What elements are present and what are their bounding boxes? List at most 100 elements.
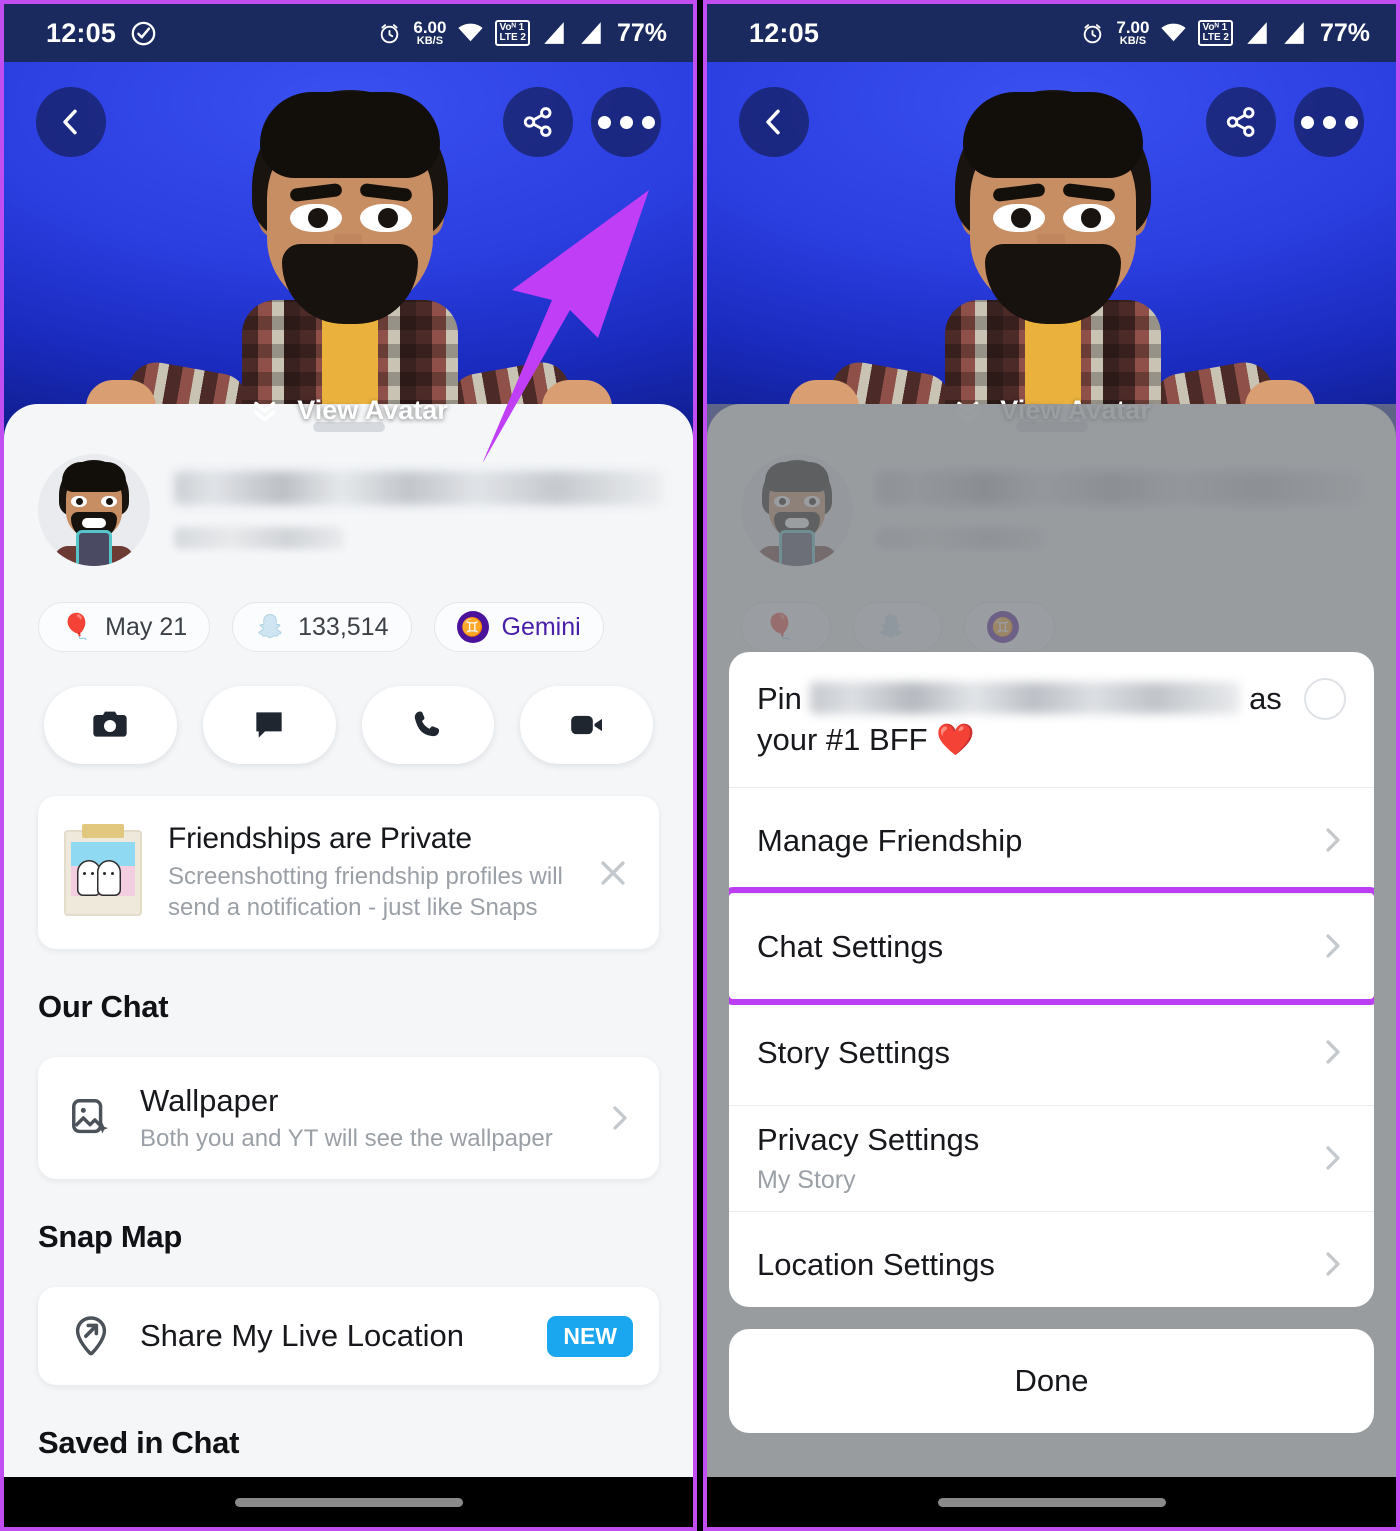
snapmap-card: Share My Live Location NEW <box>38 1287 659 1386</box>
battery-level: 77% <box>616 18 667 47</box>
menu-item-location-settings[interactable]: Location Settings <box>729 1210 1374 1307</box>
system-nav-bar-right <box>707 1477 1396 1527</box>
hero-top-bar <box>707 62 1396 182</box>
voice-call-button[interactable] <box>361 686 495 764</box>
left-phone-screenshot: 12:05 6.00 KB/S Voᴺ 1 LTE 2 77% View Ava… <box>0 0 697 1531</box>
chip-birthday-label: May 21 <box>105 612 188 641</box>
wifi-icon <box>457 22 484 44</box>
video-call-button[interactable] <box>520 686 653 764</box>
menu-item-story-settings[interactable]: Story Settings <box>729 998 1374 1105</box>
share-icon <box>523 107 552 137</box>
phone-icon <box>414 711 439 737</box>
wallpaper-title: Wallpaper <box>140 1083 279 1119</box>
chat-button[interactable] <box>202 686 336 764</box>
video-camera-icon <box>570 715 602 735</box>
share-button[interactable] <box>1206 87 1276 157</box>
more-horizontal-icon <box>597 115 655 129</box>
status-bar-right: 12:05 7.00 KB/S Voᴺ 1 LTE 2 77% <box>707 4 1396 62</box>
back-button[interactable] <box>36 87 106 157</box>
chip-snapscore-label: 133,514 <box>298 612 389 641</box>
battery-level: 77% <box>1319 18 1370 47</box>
balloon-emoji: 🎈 <box>61 612 93 641</box>
profile-username-blurred <box>174 527 344 549</box>
wallpaper-image-icon <box>72 1099 108 1134</box>
chip-snapscore[interactable]: 133,514 <box>232 602 412 652</box>
menu-sublabel: My Story <box>757 1166 856 1195</box>
chevron-right-icon <box>1326 1040 1340 1064</box>
alarm-icon <box>377 21 402 46</box>
alarm-icon <box>1080 21 1105 46</box>
done-label: Done <box>1014 1363 1089 1398</box>
hero-top-bar <box>4 62 693 182</box>
row-share-live-location[interactable]: Share My Live Location NEW <box>38 1287 659 1385</box>
camera-icon <box>93 711 128 737</box>
wallpaper-card: Wallpaper Both you and YT will see the w… <box>38 1057 659 1180</box>
wallpaper-subtitle: Both you and YT will see the wallpaper <box>140 1125 553 1153</box>
section-title-our-chat: Our Chat <box>38 989 169 1025</box>
profile-display-name-blurred <box>174 471 664 505</box>
share-button[interactable] <box>503 87 573 157</box>
profile-sheet: 🎈 May 21 133,514 ♊ Gemini Friendships ar… <box>4 404 693 1527</box>
done-button[interactable]: Done <box>729 1329 1374 1433</box>
camera-button[interactable] <box>44 686 177 764</box>
signal-bars-icon <box>1281 21 1307 45</box>
chevron-left-icon <box>766 109 780 135</box>
chat-bubble-icon <box>256 712 282 738</box>
row-wallpaper[interactable]: Wallpaper Both you and YT will see the w… <box>38 1057 659 1179</box>
privacy-card-subtitle: Screenshotting friendship profiles will … <box>168 863 563 921</box>
menu-label: Chat Settings <box>757 928 944 964</box>
hero-avatar-banner: View Avatar <box>707 62 1396 462</box>
privacy-card-title: Friendships are Private <box>168 822 472 855</box>
chevron-right-icon <box>1326 828 1340 852</box>
profile-header <box>4 432 693 566</box>
signal-bars-icon <box>1244 21 1270 45</box>
section-title-snap-map: Snap Map <box>38 1219 183 1255</box>
more-options-button[interactable] <box>591 87 661 157</box>
chip-zodiac-label: Gemini <box>501 612 581 641</box>
chip-birthday[interactable]: 🎈 May 21 <box>38 602 211 652</box>
menu-item-pin-bff[interactable]: Pin as your #1 BFF ❤️ <box>729 652 1374 787</box>
chip-zodiac[interactable]: ♊ Gemini <box>433 602 604 652</box>
hero-avatar-banner: View Avatar <box>4 62 693 462</box>
network-speed: 6.00 KB/S <box>413 18 447 47</box>
check-circle-icon <box>130 20 157 47</box>
gemini-zodiac-icon: ♊ <box>456 611 489 643</box>
system-nav-bar-left <box>4 1477 693 1527</box>
menu-card: Pin as your #1 BFF ❤️ Manage Friendship … <box>729 652 1374 1307</box>
two-screenshot-comparison: 12:05 6.00 KB/S Voᴺ 1 LTE 2 77% View Ava… <box>0 0 1400 1531</box>
snapchat-ghost-icon <box>258 614 282 639</box>
pin-prefix: Pin <box>757 681 802 716</box>
pin-username-blurred <box>810 682 1241 714</box>
location-pin-arrow-icon <box>75 1316 107 1356</box>
menu-item-chat-settings[interactable]: Chat Settings <box>729 886 1374 1005</box>
back-button[interactable] <box>739 87 809 157</box>
signal-bars-icon <box>541 21 567 45</box>
more-horizontal-icon <box>1300 115 1358 129</box>
avatar[interactable] <box>38 454 150 566</box>
polaroid-two-ghosts-icon <box>64 823 142 916</box>
pin-suffix: as <box>1249 681 1282 716</box>
friendships-private-card: Friendships are Private Screenshotting f… <box>38 796 659 950</box>
quick-actions <box>4 652 693 764</box>
pin-line-two: your #1 BFF ❤️ <box>757 721 975 757</box>
new-badge: NEW <box>547 1315 633 1357</box>
status-bar-left: 12:05 6.00 KB/S Voᴺ 1 LTE 2 77% <box>4 4 693 62</box>
menu-label: Location Settings <box>757 1246 995 1282</box>
home-indicator[interactable] <box>234 1497 463 1507</box>
radio-unchecked-icon[interactable] <box>1304 678 1346 720</box>
status-clock: 12:05 <box>46 17 117 48</box>
home-indicator[interactable] <box>937 1497 1166 1507</box>
view-avatar-button[interactable]: View Avatar <box>249 395 448 426</box>
close-icon[interactable] <box>593 853 633 893</box>
chevron-right-icon <box>1326 1146 1340 1170</box>
volte-icon: Voᴺ 1 LTE 2 <box>495 20 530 46</box>
volte-icon: Voᴺ 1 LTE 2 <box>1198 20 1233 46</box>
menu-item-privacy-settings[interactable]: Privacy Settings My Story <box>729 1104 1374 1211</box>
menu-item-manage-friendship[interactable]: Manage Friendship <box>729 786 1374 893</box>
more-options-button[interactable] <box>1294 87 1364 157</box>
menu-label: Manage Friendship <box>757 822 1023 858</box>
signal-bars-icon <box>578 21 604 45</box>
share-icon <box>1226 107 1255 137</box>
menu-label: Privacy Settings <box>757 1121 980 1157</box>
wifi-icon <box>1160 22 1187 44</box>
